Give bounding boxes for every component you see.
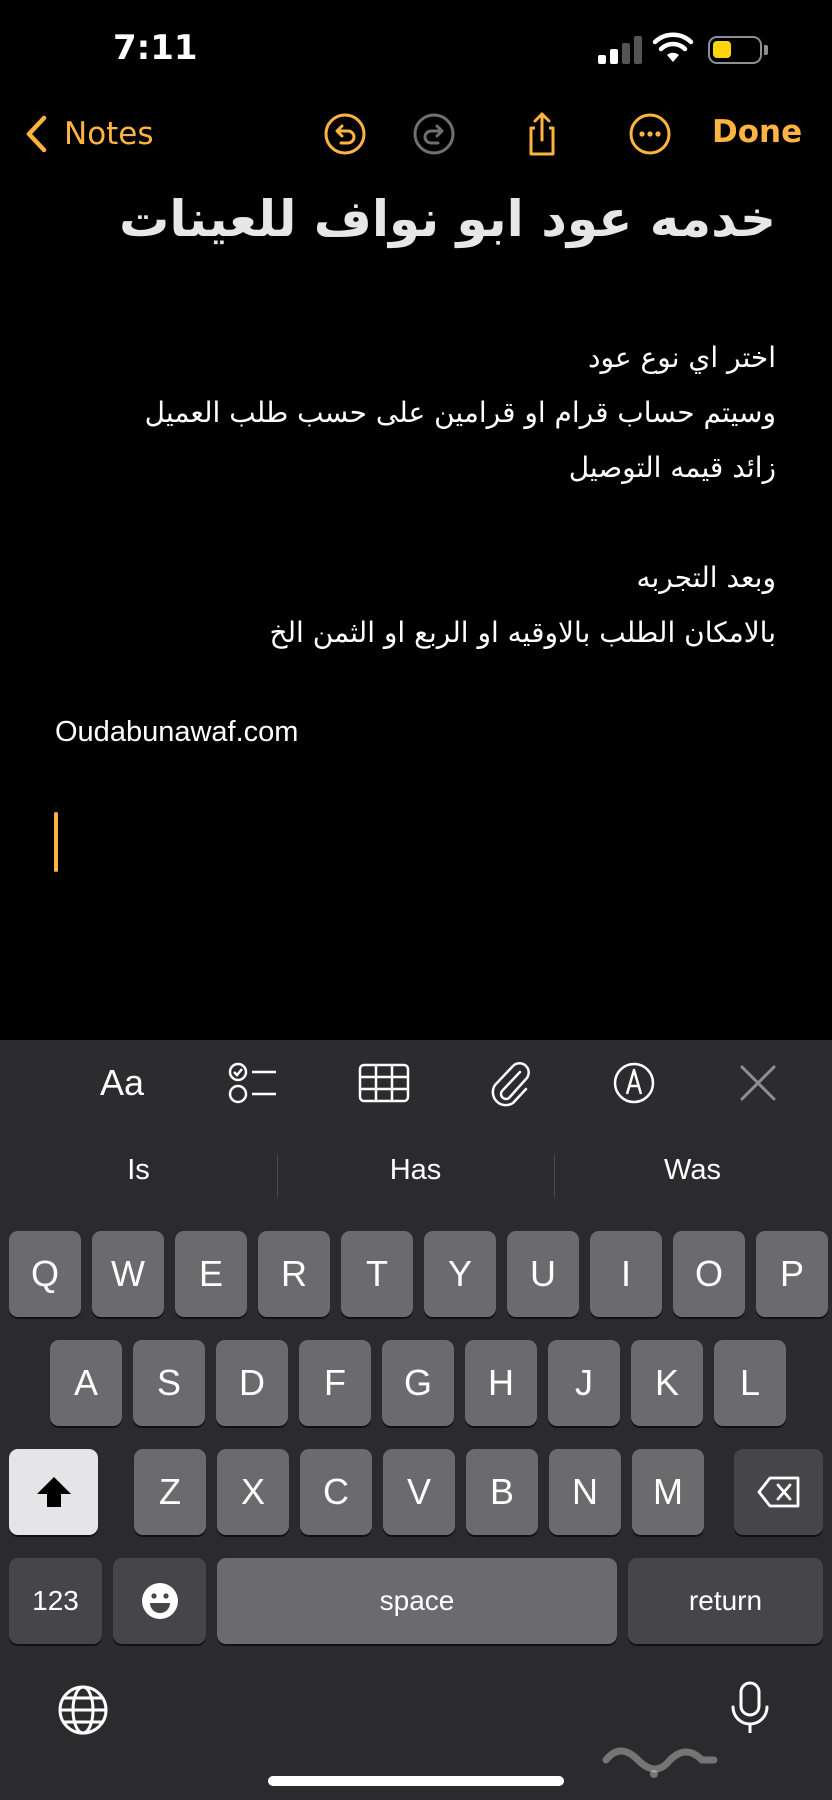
key-g[interactable]: G xyxy=(382,1340,454,1426)
emoji-icon xyxy=(141,1583,178,1619)
note-line xyxy=(36,495,776,550)
space-key[interactable]: space xyxy=(217,1558,617,1644)
table-icon[interactable] xyxy=(356,1058,412,1108)
home-indicator[interactable] xyxy=(268,1776,564,1786)
suggestion-item[interactable]: Has xyxy=(277,1154,554,1187)
key-u[interactable]: U xyxy=(507,1231,579,1317)
delete-key[interactable] xyxy=(734,1449,823,1535)
done-button[interactable]: Done xyxy=(712,114,802,150)
note-line: وسيتم حساب قرام او قرامين على حسب طلب ال… xyxy=(144,396,776,429)
text-cursor xyxy=(54,812,58,872)
battery-icon xyxy=(708,36,762,64)
key-z[interactable]: Z xyxy=(134,1449,206,1535)
redo-icon[interactable] xyxy=(410,110,458,158)
shift-key[interactable] xyxy=(9,1449,98,1535)
undo-icon[interactable] xyxy=(321,110,369,158)
key-p[interactable]: P xyxy=(756,1231,828,1317)
suggestion-item[interactable]: Was xyxy=(554,1154,831,1187)
cellular-signal-icon xyxy=(598,36,644,64)
numbers-key[interactable]: 123 xyxy=(9,1558,102,1644)
key-j[interactable]: J xyxy=(548,1340,620,1426)
globe-icon[interactable] xyxy=(55,1682,111,1738)
return-key[interactable]: return xyxy=(628,1558,823,1644)
key-r[interactable]: R xyxy=(258,1231,330,1317)
note-title[interactable]: خدمه عود ابو نواف للعينات xyxy=(36,190,776,248)
note-line: بالامكان الطلب بالاوقيه او الربع او الثم… xyxy=(269,616,776,649)
more-options-icon[interactable] xyxy=(626,110,674,158)
status-bar: 7:11 xyxy=(0,0,832,100)
format-text-label: Aa xyxy=(99,1062,145,1103)
watermark-logo xyxy=(600,1730,720,1790)
status-time: 7:11 xyxy=(113,28,198,68)
key-b[interactable]: B xyxy=(466,1449,538,1535)
key-v[interactable]: V xyxy=(383,1449,455,1535)
chevron-left-icon xyxy=(26,115,47,153)
key-x[interactable]: X xyxy=(217,1449,289,1535)
format-toolbar: Aa xyxy=(0,1040,832,1126)
format-text-button[interactable]: Aa xyxy=(94,1058,150,1108)
paperclip-icon[interactable] xyxy=(482,1058,538,1108)
key-e[interactable]: E xyxy=(175,1231,247,1317)
markup-pen-icon[interactable] xyxy=(606,1058,662,1108)
key-s[interactable]: S xyxy=(133,1340,205,1426)
key-a[interactable]: A xyxy=(50,1340,122,1426)
note-body[interactable]: اختر اي نوع عود وسيتم حساب قرام او قرامي… xyxy=(36,330,776,660)
battery-tip xyxy=(764,45,768,55)
key-l[interactable]: L xyxy=(714,1340,786,1426)
key-h[interactable]: H xyxy=(465,1340,537,1426)
key-k[interactable]: K xyxy=(631,1340,703,1426)
note-line: زائد قيمه التوصيل xyxy=(568,451,776,484)
key-w[interactable]: W xyxy=(92,1231,164,1317)
key-o[interactable]: O xyxy=(673,1231,745,1317)
navigation-bar: Notes Done xyxy=(0,100,832,170)
backspace-icon xyxy=(757,1476,799,1508)
close-icon[interactable] xyxy=(730,1058,786,1108)
key-d[interactable]: D xyxy=(216,1340,288,1426)
key-n[interactable]: N xyxy=(549,1449,621,1535)
microphone-icon[interactable] xyxy=(722,1680,778,1736)
wifi-icon xyxy=(652,32,694,62)
share-icon[interactable] xyxy=(518,110,566,158)
key-m[interactable]: M xyxy=(632,1449,704,1535)
key-f[interactable]: F xyxy=(299,1340,371,1426)
keyboard: Is Has Was Q W E R T Y U I O P A S D F G… xyxy=(0,1126,832,1800)
back-button[interactable]: Notes xyxy=(24,112,154,156)
note-line: اختر اي نوع عود xyxy=(588,341,776,374)
key-y[interactable]: Y xyxy=(424,1231,496,1317)
note-url-link[interactable]: Oudabunawaf.com xyxy=(55,716,298,749)
key-c[interactable]: C xyxy=(300,1449,372,1535)
note-line: وبعد التجربه xyxy=(636,561,776,594)
shift-arrow-icon xyxy=(36,1477,71,1507)
checklist-icon[interactable] xyxy=(226,1058,282,1108)
back-label: Notes xyxy=(64,116,154,152)
key-q[interactable]: Q xyxy=(9,1231,81,1317)
suggestion-item[interactable]: Is xyxy=(0,1154,277,1187)
key-t[interactable]: T xyxy=(341,1231,413,1317)
predictive-bar: Is Has Was xyxy=(0,1126,832,1226)
emoji-key[interactable] xyxy=(113,1558,206,1644)
key-i[interactable]: I xyxy=(590,1231,662,1317)
